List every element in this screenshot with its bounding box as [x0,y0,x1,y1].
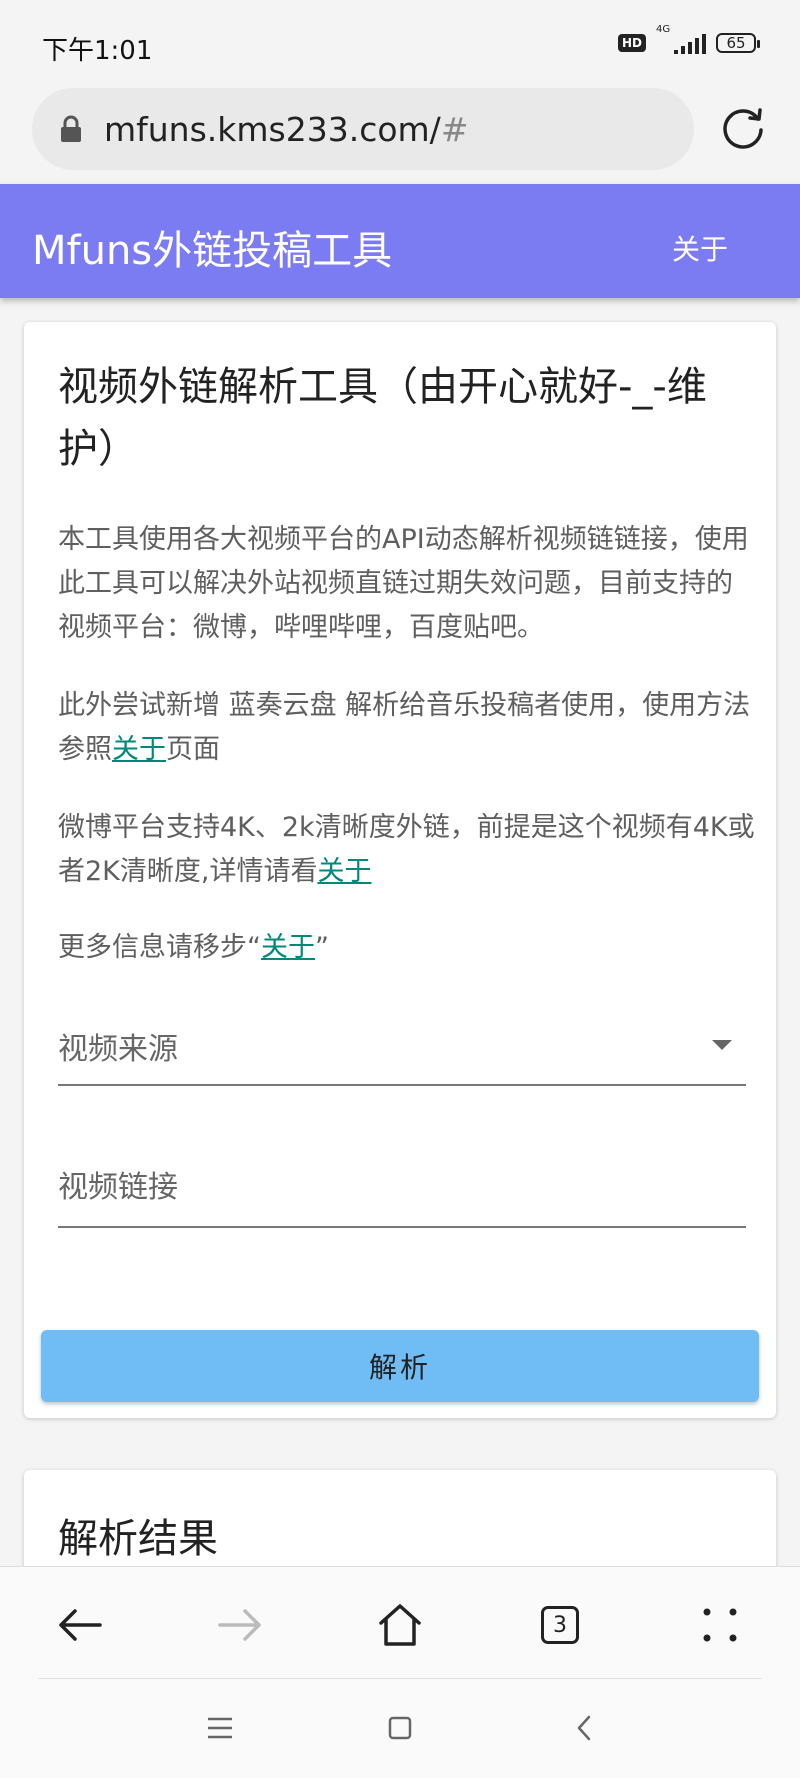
app-title: Mfuns外链投稿工具 [32,228,393,274]
parse-button[interactable]: 解析 [41,1330,759,1402]
hd-badge: HD [617,34,646,52]
video-source-select[interactable]: 视频来源 [58,1002,746,1086]
app-bar: Mfuns外链投稿工具 关于 [0,184,800,298]
recents-icon[interactable] [198,1706,242,1750]
about-link-3[interactable]: 关于 [261,932,315,963]
status-time: 下午1:01 [42,36,153,66]
signal-icon: 4G [656,24,706,54]
lock-icon [60,115,84,143]
video-link-input[interactable] [58,1162,738,1212]
square-home-icon[interactable] [378,1706,422,1750]
lanzou-paragraph: 此外尝试新增 蓝奏云盘 解析给音乐投稿者使用，使用方法参照关于页面 [58,684,758,772]
more-info-text: 更多信息请移步“ [58,932,261,963]
browser-toolbar: mfuns.kms233.com/# [0,86,800,182]
parser-card: 视频外链解析工具（由开心就好-_-维护） 本工具使用各大视频平台的API动态解析… [24,322,776,1418]
back-arrow-icon[interactable] [52,1597,108,1653]
video-link-field [58,1144,746,1228]
about-nav-link[interactable]: 关于 [672,228,728,268]
url-main: mfuns.kms233.com/ [104,109,441,149]
battery-level: 65 [726,34,746,52]
url-text: mfuns.kms233.com/# [104,110,468,149]
menu-dots-icon[interactable] [692,1597,748,1653]
forward-arrow-icon[interactable] [212,1597,268,1653]
more-info-paragraph: 更多信息请移步“关于” [58,926,758,970]
system-nav-bar [0,1680,800,1778]
status-icons: HD 4G 65 [617,24,760,54]
weibo-paragraph: 微博平台支持4K、2k清晰度外链，前提是这个视频有4K或者2K清晰度,详情请看关… [58,806,758,894]
battery-icon: 65 [716,33,760,53]
weibo-text: 微博平台支持4K、2k清晰度外链，前提是这个视频有4K或者2K清晰度,详情请看 [58,812,755,887]
select-label: 视频来源 [58,1032,178,1067]
lanzou-text-end: 页面 [166,734,220,765]
tab-count: 3 [541,1606,579,1644]
about-link-2[interactable]: 关于 [317,856,371,887]
reload-icon[interactable] [720,104,766,150]
home-icon[interactable] [372,1597,428,1653]
intro-paragraph: 本工具使用各大视频平台的API动态解析视频链链接，使用此工具可以解决外站视频直链… [58,524,749,643]
url-hash: # [440,109,469,149]
status-bar: 下午1:01 HD 4G 65 [0,0,800,86]
caret-down-icon [712,1040,732,1050]
result-title: 解析结果 [58,1516,218,1562]
chevron-back-icon[interactable] [562,1706,606,1750]
browser-bottom-nav: 3 [0,1566,800,1681]
about-link-1[interactable]: 关于 [112,734,166,765]
tabs-icon[interactable]: 3 [532,1597,588,1653]
address-bar[interactable]: mfuns.kms233.com/# [32,88,694,170]
network-type: 4G [656,24,671,35]
card-title: 视频外链解析工具（由开心就好-_-维护） [58,364,707,472]
more-info-text-end: ” [315,932,329,963]
nav-divider [38,1678,762,1679]
